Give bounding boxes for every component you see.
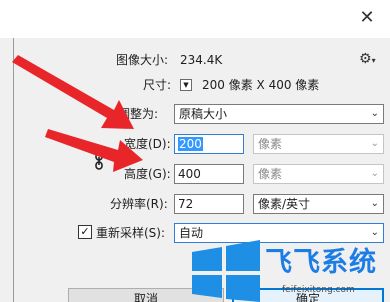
dimensions-label: 尺寸: [143,78,172,92]
height-value: 400 [178,167,201,181]
chevron-down-icon: ⌄ [370,168,379,179]
height-input[interactable]: 400 [174,164,244,184]
height-unit-value: 像素 [258,167,283,181]
width-label: 宽度(D): [124,137,171,151]
gear-icon[interactable]: ⚙▾ [359,51,376,69]
resample-checkbox[interactable]: ✓ [78,225,92,239]
resolution-value: 72 [178,197,194,211]
dimensions-value: 200 像素 X 400 像素 [202,78,320,92]
resolution-input[interactable]: 72 [174,194,244,214]
chevron-down-icon: ⌄ [370,138,379,149]
resolution-unit-select[interactable]: 像素/英寸 ⌄ [253,194,384,214]
watermark-url: feifeixitong.com [282,285,355,295]
chevron-down-icon: ⌄ [370,108,379,119]
image-size-label: 图像大小: [116,53,169,67]
dimensions-dropdown-icon[interactable]: ▼ [180,79,192,91]
resolution-unit-value: 像素/英寸 [258,197,311,211]
fit-to-value: 原稿大小 [179,107,228,121]
width-input[interactable]: 200 [174,134,244,154]
resample-label: 重新采样(S): [96,226,166,240]
fit-to-label: 调整为: [118,107,159,121]
image-size-value: 234.4K [180,53,223,67]
height-label: 高度(G): [124,167,171,181]
close-icon[interactable]: ✕ [352,4,382,32]
width-value: 200 [178,137,203,151]
preview-pane [0,38,14,302]
watermark-title: 飞飞系统 [265,247,377,278]
chevron-down-icon: ⌄ [370,198,379,209]
fit-to-select[interactable]: 原稿大小 ⌄ [174,104,384,124]
resolution-label: 分辨率(R): [110,197,168,211]
dialog-titlebar: ✕ [0,0,390,38]
width-unit-value: 像素 [258,137,283,151]
width-unit-select[interactable]: 像素 ⌄ [253,134,384,154]
height-unit-select[interactable]: 像素 ⌄ [253,164,384,184]
link-icon[interactable] [94,152,104,170]
